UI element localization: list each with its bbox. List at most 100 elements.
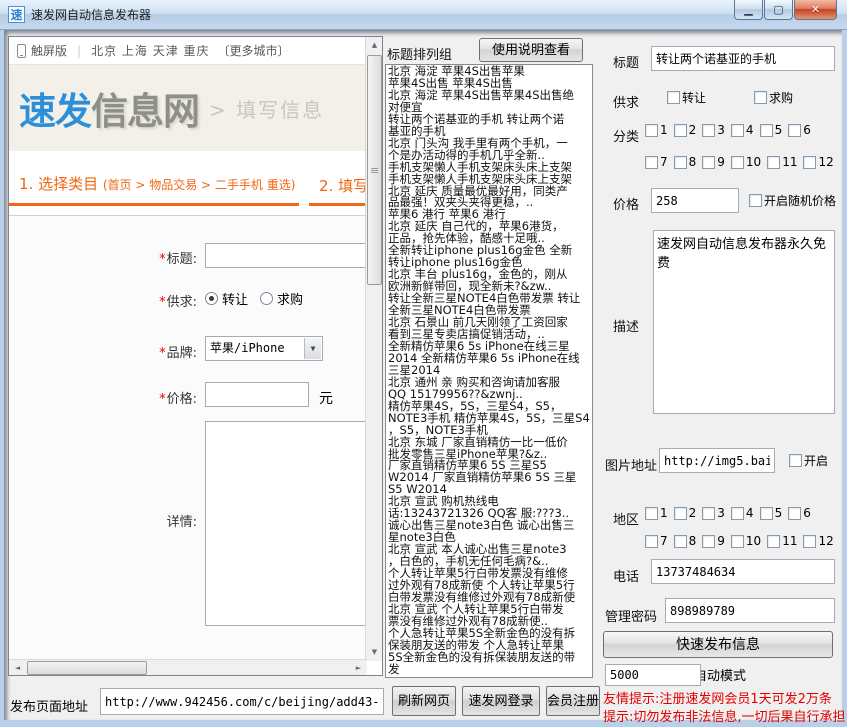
checkbox[interactable] (803, 156, 816, 169)
checkbox-option[interactable]: 8 (674, 155, 697, 169)
checkbox-option[interactable]: 7 (645, 155, 668, 169)
checkbox-option[interactable]: 1 (645, 506, 668, 520)
title-line[interactable]: 发 (388, 664, 592, 676)
checkbox[interactable] (788, 124, 801, 137)
checkbox-option[interactable]: 10 (731, 534, 761, 548)
checkbox-option[interactable]: 3 (702, 123, 725, 137)
checkbox-option[interactable]: 5 (760, 506, 783, 520)
random-price-checkbox[interactable] (749, 194, 762, 207)
refresh-page-button[interactable]: 刷新网页 (392, 686, 456, 716)
checkbox[interactable] (702, 507, 715, 520)
checkbox-option[interactable]: 11 (767, 534, 797, 548)
checkbox[interactable] (767, 156, 780, 169)
checkbox[interactable] (702, 156, 715, 169)
checkbox[interactable] (645, 535, 658, 548)
checkbox-option[interactable]: 11 (767, 155, 797, 169)
touch-version-link[interactable]: 触屏版 (31, 42, 67, 59)
checkbox[interactable] (731, 535, 744, 548)
browser-topbar: 触屏版 | 北京 上海 天津 重庆 〔更多城市〕 (9, 37, 367, 65)
horizontal-scroll-thumb[interactable] (27, 661, 147, 675)
password-input[interactable] (665, 598, 835, 623)
buy-checkbox[interactable] (754, 91, 767, 104)
brand-select[interactable]: 苹果/iPhone ▼ (205, 336, 323, 361)
image-toggle-label[interactable]: 开启 (804, 452, 828, 469)
checkbox[interactable] (645, 507, 658, 520)
more-cities-link[interactable]: 〔更多城市〕 (218, 42, 290, 59)
checkbox-option[interactable]: 7 (645, 534, 668, 548)
checkbox-option[interactable]: 12 (803, 155, 833, 169)
form-detail-textarea[interactable] (205, 421, 371, 626)
checkbox[interactable] (731, 156, 744, 169)
phone-input[interactable] (651, 559, 835, 584)
checkbox[interactable] (645, 124, 658, 137)
register-button[interactable]: 会员注册 (546, 686, 600, 716)
login-button[interactable]: 速发网登录 (462, 686, 540, 716)
random-price-label[interactable]: 开启随机价格 (764, 192, 836, 209)
checkbox-option[interactable]: 4 (731, 123, 754, 137)
category-path[interactable]: (首页 > 物品交易 > 二手手机 重选) (103, 178, 296, 192)
scroll-up-icon[interactable]: ▲ (367, 38, 382, 53)
radio-sell[interactable] (205, 292, 218, 305)
checkbox[interactable] (674, 156, 687, 169)
publish-url-input[interactable] (100, 688, 384, 715)
checkbox[interactable] (674, 507, 687, 520)
vertical-scroll-thumb[interactable] (367, 55, 382, 285)
buy-checkbox-label[interactable]: 求购 (769, 89, 793, 106)
checkbox-option[interactable]: 2 (674, 123, 697, 137)
checkbox[interactable] (674, 535, 687, 548)
radio-buy[interactable] (260, 292, 273, 305)
checkbox[interactable] (760, 124, 773, 137)
browser-horizontal-scrollbar[interactable]: ◄ ► (9, 659, 367, 675)
radio-buy-label[interactable]: 求购 (277, 289, 303, 308)
form-price-input[interactable] (205, 382, 309, 407)
checkbox[interactable] (803, 535, 816, 548)
maximize-button[interactable]: ▢ (764, 0, 793, 20)
checkbox-option[interactable]: 2 (674, 506, 697, 520)
auto-interval-input[interactable] (605, 664, 701, 686)
chevron-down-icon[interactable]: ▼ (304, 338, 321, 359)
city-links[interactable]: 北京 上海 天津 重庆 (91, 42, 209, 59)
image-url-input[interactable] (659, 448, 775, 473)
titlebar[interactable]: 速 速发网自动信息发布器 ▁ ▢ ✕ (0, 0, 847, 30)
checkbox-option[interactable]: 6 (788, 123, 811, 137)
description-textarea[interactable]: 速发网自动信息发布器永久免费 (653, 230, 835, 414)
title-input[interactable] (651, 46, 835, 71)
checkbox-option[interactable]: 1 (645, 123, 668, 137)
step1-title: 1. 选择类目 (19, 175, 98, 193)
checkbox[interactable] (767, 535, 780, 548)
sell-checkbox[interactable] (667, 91, 680, 104)
browser-vertical-scrollbar[interactable]: ▲ ▼ (365, 37, 382, 661)
checkbox-option[interactable]: 3 (702, 506, 725, 520)
checkbox[interactable] (674, 124, 687, 137)
scroll-right-icon[interactable]: ► (351, 661, 366, 675)
scroll-down-icon[interactable]: ▼ (367, 645, 382, 660)
titles-listbox[interactable]: 北京 海淀 苹果4S出售苹果苹果4S出售 苹果4S出售北京 海淀 苹果4S出售苹… (385, 64, 593, 678)
checkbox-option[interactable]: 6 (788, 506, 811, 520)
checkbox[interactable] (760, 507, 773, 520)
title-line[interactable]: 5S全新金色的没有拆保装朋友送的带 (388, 652, 592, 664)
checkbox-option[interactable]: 4 (731, 506, 754, 520)
checkbox[interactable] (731, 124, 744, 137)
minimize-button[interactable]: ▁ (734, 0, 763, 20)
publish-button[interactable]: 快速发布信息 (603, 631, 833, 658)
sell-checkbox-label[interactable]: 转让 (682, 89, 706, 106)
checkbox[interactable] (702, 535, 715, 548)
checkbox-option[interactable]: 9 (702, 155, 725, 169)
checkbox-option[interactable]: 9 (702, 534, 725, 548)
checkbox-option[interactable]: 5 (760, 123, 783, 137)
radio-sell-label[interactable]: 转让 (222, 289, 248, 308)
form-title-input[interactable] (205, 243, 371, 268)
logo-text-gray: 信息网 (91, 81, 199, 135)
checkbox[interactable] (788, 507, 801, 520)
checkbox[interactable] (702, 124, 715, 137)
price-input[interactable] (651, 188, 739, 213)
checkbox-option[interactable]: 10 (731, 155, 761, 169)
usage-help-button[interactable]: 使用说明查看 (479, 38, 583, 62)
checkbox-option[interactable]: 12 (803, 534, 833, 548)
checkbox[interactable] (645, 156, 658, 169)
close-button[interactable]: ✕ (794, 0, 837, 20)
checkbox-option[interactable]: 8 (674, 534, 697, 548)
checkbox[interactable] (731, 507, 744, 520)
scroll-left-icon[interactable]: ◄ (10, 661, 25, 675)
image-toggle-checkbox[interactable] (789, 454, 802, 467)
